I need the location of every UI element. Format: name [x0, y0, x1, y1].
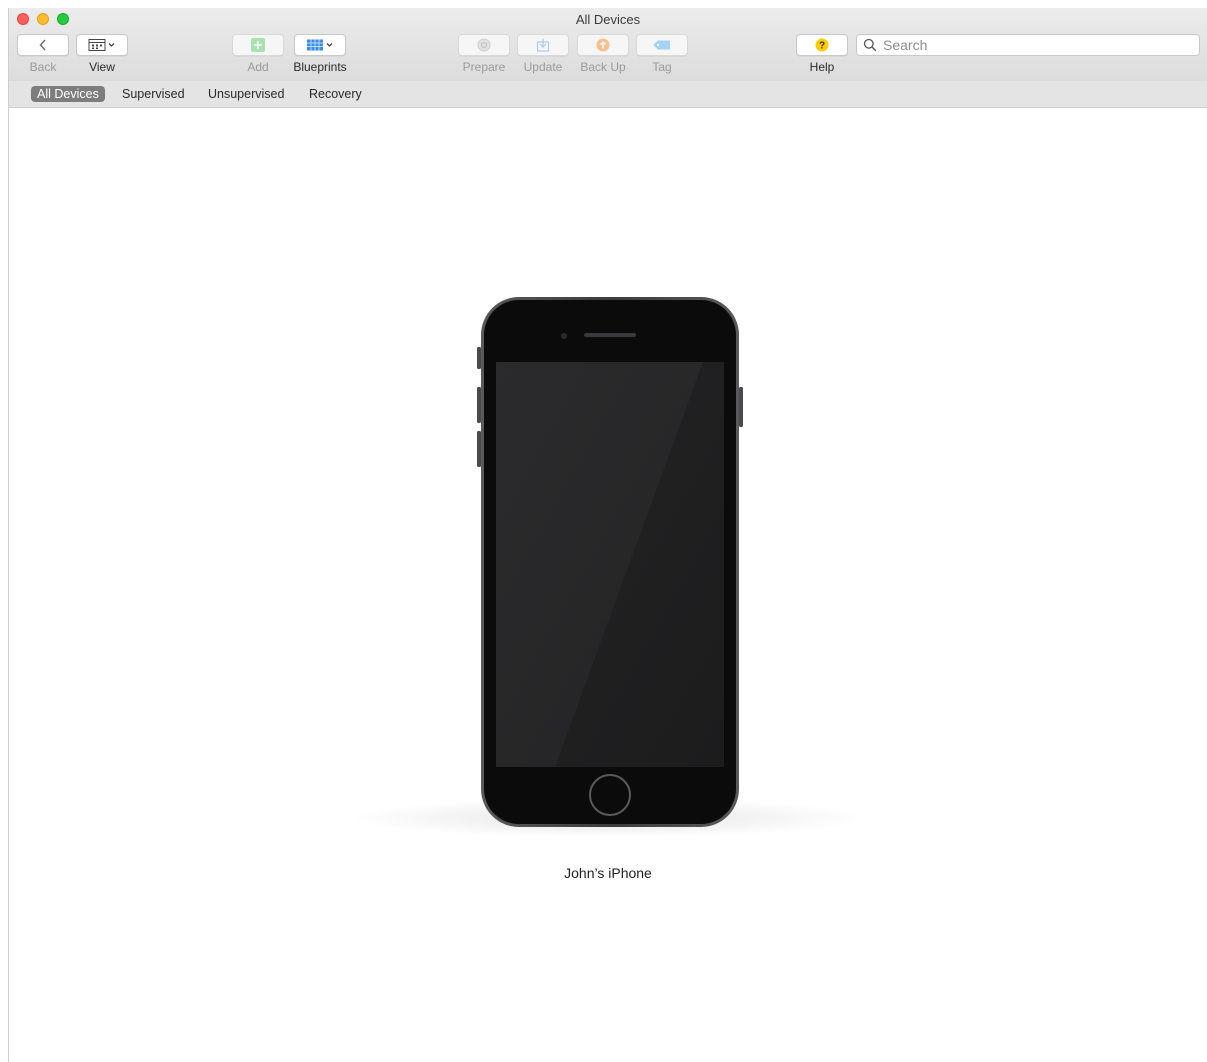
blueprints-icon	[307, 39, 333, 51]
scope-all-devices[interactable]: All Devices	[31, 86, 105, 102]
backup-button[interactable]: Back Up	[577, 34, 629, 74]
prepare-button-frame[interactable]	[458, 34, 510, 56]
add-button[interactable]: Add	[232, 34, 284, 74]
view-button-frame[interactable]	[76, 34, 128, 56]
tag-label: Tag	[652, 60, 672, 74]
blueprints-label: Blueprints	[293, 60, 347, 74]
add-label: Add	[247, 60, 269, 74]
tag-button[interactable]: Tag	[636, 34, 688, 74]
update-label: Update	[523, 60, 563, 74]
window-title: All Devices	[575, 12, 641, 27]
prepare-button[interactable]: Prepare	[458, 34, 510, 74]
grid-view-icon	[88, 39, 115, 51]
search-icon	[863, 38, 877, 52]
svg-text:?: ?	[819, 41, 825, 52]
prepare-label: Prepare	[462, 60, 506, 74]
backup-label: Back Up	[580, 60, 626, 74]
prepare-gear-icon	[477, 38, 491, 52]
blueprints-button[interactable]: Blueprints	[289, 34, 351, 74]
blueprints-button-frame[interactable]	[294, 34, 346, 56]
add-button-frame[interactable]	[232, 34, 284, 56]
help-question-icon: ?	[815, 38, 829, 52]
iphone-device-icon[interactable]	[475, 295, 745, 835]
chevron-left-icon	[39, 39, 46, 51]
back-button[interactable]: Back	[17, 34, 69, 74]
scope-supervised[interactable]: Supervised	[116, 86, 191, 102]
backup-upload-icon	[596, 38, 610, 52]
back-button-frame[interactable]	[17, 34, 69, 56]
device-browser: John’s iPhone	[9, 108, 1207, 1062]
scope-unsupervised[interactable]: Unsupervised	[202, 86, 290, 102]
help-label: Help	[809, 60, 835, 74]
help-button-frame[interactable]: ?	[796, 34, 848, 56]
backup-button-frame[interactable]	[577, 34, 629, 56]
toolbar: All Devices Back View Add Blueprints Pre…	[9, 8, 1207, 82]
update-button[interactable]: Update	[517, 34, 569, 74]
scope-bar: All Devices Supervised Unsupervised Reco…	[9, 81, 1207, 108]
tag-button-frame[interactable]	[636, 34, 688, 56]
update-download-icon	[536, 38, 550, 52]
scope-recovery[interactable]: Recovery	[303, 86, 368, 102]
update-button-frame[interactable]	[517, 34, 569, 56]
tag-icon	[653, 40, 670, 50]
view-button[interactable]: View	[76, 34, 128, 74]
view-label: View	[89, 60, 115, 74]
main-window: All Devices Back View Add Blueprints Pre…	[8, 8, 1207, 1062]
back-label: Back	[29, 60, 57, 74]
device-name-label[interactable]: John’s iPhone	[9, 865, 1207, 881]
help-button[interactable]: ? Help	[796, 34, 848, 74]
search-field[interactable]	[856, 34, 1200, 56]
add-plus-icon	[251, 38, 265, 52]
search-input[interactable]	[881, 36, 1185, 54]
